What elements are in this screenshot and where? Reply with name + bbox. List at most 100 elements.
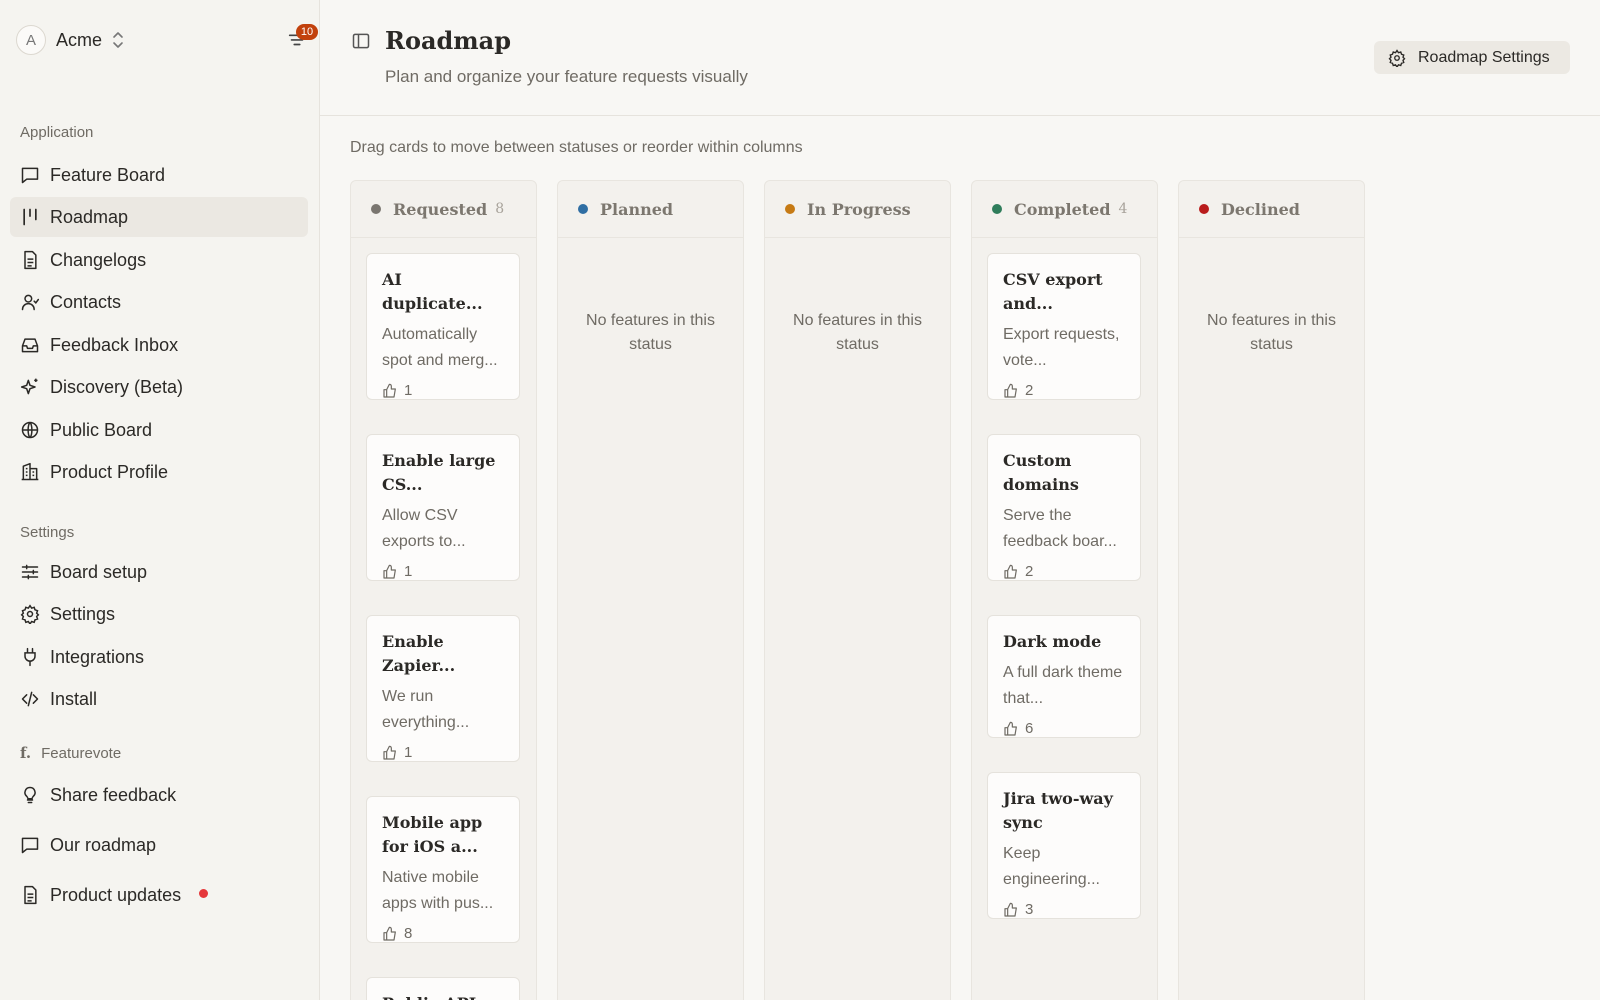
code-icon — [21, 691, 39, 707]
card-title: Public API — [382, 992, 504, 1000]
feature-card[interactable]: Custom domains Serve the feedback boar..… — [987, 434, 1141, 581]
sidebar: A Acme 10 Application Feature Board Road… — [0, 0, 320, 1000]
sidebar-item-changelogs[interactable]: Changelogs — [10, 240, 308, 280]
workspace-name: Acme — [56, 29, 103, 50]
empty-state: No features in this status — [793, 312, 922, 353]
sidebar-item-discovery[interactable]: Discovery (Beta) — [10, 367, 308, 407]
column-header: Planned — [558, 181, 743, 238]
card-description: Serve the feedback boar... — [1003, 507, 1117, 550]
sidebar-item-label: Feedback Inbox — [50, 334, 179, 355]
sidebar-item-label: Board setup — [50, 561, 148, 582]
notification-count-badge: 10 — [296, 24, 318, 40]
card-votes: 6 — [1003, 720, 1125, 737]
sidebar-item-our-roadmap[interactable]: Our roadmap — [10, 825, 308, 865]
column-requested: Requested 8 AI duplicate... Automaticall… — [350, 180, 537, 1000]
sidebar-item-share-feedback[interactable]: Share feedback — [10, 775, 308, 815]
feature-card[interactable]: AI duplicate... Automatically spot and m… — [366, 253, 520, 400]
section-label-application: Application — [20, 124, 94, 141]
feature-card[interactable]: Dark mode A full dark theme that... 6 — [987, 615, 1141, 738]
feature-card[interactable]: Enable large CS... Allow CSV exports to.… — [366, 434, 520, 581]
empty-state: No features in this status — [1207, 312, 1336, 353]
card-description: Allow CSV exports to... — [382, 507, 466, 550]
file-text-icon — [24, 250, 37, 270]
feature-card[interactable]: Mobile app for iOS a... Native mobile ap… — [366, 796, 520, 943]
card-title: Dark mode — [1003, 632, 1102, 651]
thumbs-up-icon — [383, 564, 396, 579]
column-planned: Planned No features in this status — [557, 180, 744, 1000]
vote-count: 1 — [404, 744, 413, 761]
sidebar-item-contacts[interactable]: Contacts — [10, 282, 308, 322]
vote-count: 8 — [404, 925, 413, 942]
sidebar-item-settings[interactable]: Settings — [10, 594, 308, 634]
sidebar-item-product-profile[interactable]: Product Profile — [10, 452, 308, 492]
workspace-switcher[interactable]: A Acme 10 — [16, 24, 318, 56]
column-count: 4 — [1118, 201, 1128, 217]
page-title: Roadmap — [385, 26, 512, 55]
card-votes: 1 — [382, 382, 504, 399]
brand-label-text: Featurevote — [41, 744, 122, 762]
file-text-icon — [24, 885, 37, 905]
card-votes: 2 — [1003, 563, 1125, 580]
thumbs-up-icon — [383, 383, 396, 398]
card-title: Enable large CS... — [382, 451, 496, 494]
inbox-icon — [21, 338, 39, 353]
roadmap-settings-label: Roadmap Settings — [1418, 48, 1550, 66]
page-subtitle: Plan and organize your feature requests … — [385, 67, 748, 86]
message-square-icon — [21, 167, 39, 184]
vote-count: 2 — [1025, 382, 1034, 399]
column-count: 8 — [495, 201, 505, 217]
card-description: A full dark theme that... — [1003, 664, 1123, 707]
empty-state: No features in this status — [586, 312, 715, 353]
card-votes: 1 — [382, 563, 504, 580]
sidebar-item-board-setup[interactable]: Board setup — [10, 552, 308, 592]
sidebar-item-integrations[interactable]: Integrations — [10, 637, 308, 677]
column-completed: Completed 4 CSV export and... Export req… — [971, 180, 1158, 1000]
sidebar-toggle-icon[interactable] — [351, 31, 371, 56]
column-header: Requested 8 — [351, 181, 536, 238]
user-icon — [21, 294, 40, 311]
column-title: Declined — [1221, 199, 1300, 219]
sidebar-item-label: Our roadmap — [50, 834, 157, 855]
sidebar-item-feedback-inbox[interactable]: Feedback Inbox — [10, 325, 308, 365]
section-label-settings: Settings — [20, 524, 75, 541]
card-description: Export requests, vote... — [1003, 326, 1120, 369]
card-title: Custom domains — [1003, 451, 1079, 494]
card-title: Mobile app for iOS a... — [382, 813, 483, 856]
status-dot — [578, 204, 588, 214]
sidebar-item-install[interactable]: Install — [10, 679, 308, 719]
column-title: Requested — [393, 199, 488, 219]
vote-count: 6 — [1025, 720, 1034, 737]
chevron-up-down-icon — [110, 30, 126, 50]
feature-card[interactable]: Public API — [366, 977, 520, 1000]
column-title: In Progress — [807, 199, 911, 219]
roadmap-settings-button[interactable]: Roadmap Settings — [1374, 41, 1570, 74]
sidebar-item-roadmap[interactable]: Roadmap — [10, 197, 308, 237]
card-description: We run everything... — [382, 688, 470, 731]
status-dot — [992, 204, 1002, 214]
feature-card[interactable]: Enable Zapier... We run everything... 1 — [366, 615, 520, 762]
card-title: CSV export and... — [1003, 270, 1103, 313]
unread-indicator — [199, 888, 209, 898]
status-dot — [371, 204, 381, 214]
sidebar-item-product-updates[interactable]: Product updates — [10, 875, 308, 915]
sidebar-item-feature-board[interactable]: Feature Board — [10, 155, 308, 195]
status-dot — [1199, 204, 1209, 214]
column-in-progress: In Progress No features in this status — [764, 180, 951, 1000]
thumbs-up-icon — [1004, 902, 1017, 917]
card-description: Native mobile apps with pus... — [382, 869, 494, 912]
sidebar-item-label: Settings — [50, 603, 116, 624]
feature-card[interactable]: Jira two-way sync Keep engineering... 3 — [987, 772, 1141, 919]
column-title: Completed — [1014, 199, 1111, 219]
vote-count: 1 — [404, 382, 413, 399]
card-title: Jira two-way sync — [1003, 789, 1113, 832]
building-icon — [21, 462, 39, 481]
column-title: Planned — [600, 199, 674, 219]
featurevote-logo-icon: f. — [20, 744, 32, 762]
thumbs-up-icon — [383, 926, 396, 941]
section-label-featurevote: f. Featurevote — [20, 744, 121, 762]
sidebar-item-label: Share feedback — [50, 784, 177, 805]
sidebar-item-public-board[interactable]: Public Board — [10, 410, 308, 450]
vote-count: 3 — [1025, 901, 1034, 918]
sidebar-item-label: Product updates — [50, 884, 182, 905]
feature-card[interactable]: CSV export and... Export requests, vote.… — [987, 253, 1141, 400]
